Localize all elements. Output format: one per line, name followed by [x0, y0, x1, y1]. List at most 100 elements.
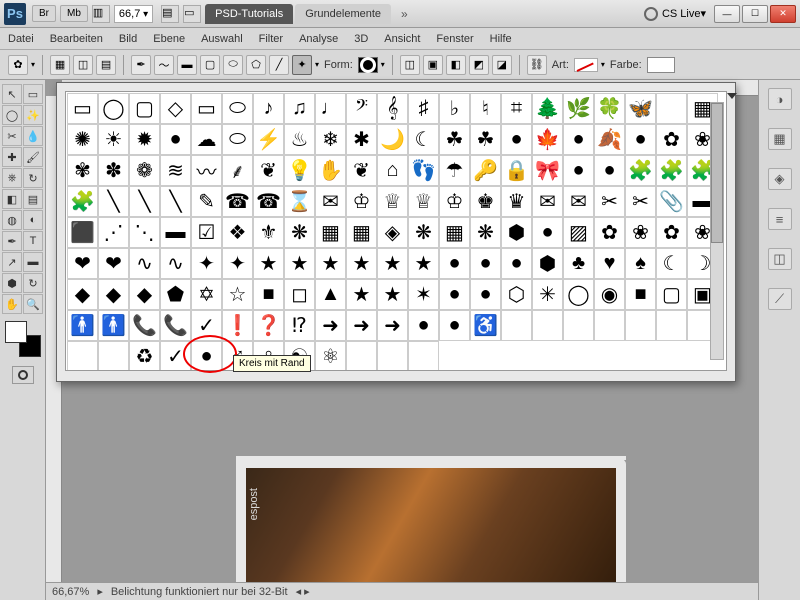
- shape-cell[interactable]: [98, 341, 129, 371]
- shape-cell[interactable]: ✋: [315, 155, 346, 186]
- shape-cell[interactable]: ◆: [129, 279, 160, 310]
- eyedrop-tool[interactable]: 💧: [23, 126, 43, 146]
- shape-cell[interactable]: ★: [377, 279, 408, 310]
- shape-cell[interactable]: 𝄢: [346, 93, 377, 124]
- eraser-tool[interactable]: ◧: [2, 189, 22, 209]
- menu-fenster[interactable]: Fenster: [436, 33, 473, 45]
- shape-cell[interactable]: 🔑: [470, 155, 501, 186]
- shape-cell[interactable]: ♣: [563, 248, 594, 279]
- shape-cell[interactable]: ╲: [98, 186, 129, 217]
- freeform-icon[interactable]: 〜: [154, 55, 174, 75]
- shape-cell[interactable]: ✿: [594, 217, 625, 248]
- shape-cell[interactable]: ★: [315, 248, 346, 279]
- shape-cell[interactable]: ▬: [160, 217, 191, 248]
- shape-cell[interactable]: ☘: [470, 124, 501, 155]
- shape-cell[interactable]: ❦: [346, 155, 377, 186]
- shape-cell[interactable]: ★: [346, 279, 377, 310]
- shape-cell[interactable]: 🎀: [532, 155, 563, 186]
- shape-cell[interactable]: ⋱: [129, 217, 160, 248]
- shape-cell[interactable]: ✿: [656, 217, 687, 248]
- line-icon[interactable]: ╱: [269, 55, 289, 75]
- crop-tool[interactable]: ✂: [2, 126, 22, 146]
- type-tool[interactable]: T: [23, 231, 43, 251]
- shape-cell[interactable]: ❄: [315, 124, 346, 155]
- menu-analyse[interactable]: Analyse: [299, 33, 338, 45]
- shape-tool-icon[interactable]: ✿: [8, 55, 28, 75]
- arrange-icon[interactable]: ▤: [161, 5, 179, 23]
- shape-cell[interactable]: ▭: [67, 93, 98, 124]
- shape-cell[interactable]: ●: [191, 341, 222, 371]
- maximize-button[interactable]: ☐: [742, 5, 768, 23]
- shape-cell[interactable]: ❋: [470, 217, 501, 248]
- lasso-tool[interactable]: ◯: [2, 105, 22, 125]
- shape-cell[interactable]: ❀: [625, 217, 656, 248]
- shape-cell[interactable]: ♨: [284, 124, 315, 155]
- shape-cell[interactable]: ♮: [470, 93, 501, 124]
- rect-icon[interactable]: ▬: [177, 55, 197, 75]
- shape-cell[interactable]: 🔒: [501, 155, 532, 186]
- shape-cell[interactable]: ◻: [284, 279, 315, 310]
- shape-cell[interactable]: ♥: [594, 248, 625, 279]
- shape-cell[interactable]: ❁: [129, 155, 160, 186]
- heal-tool[interactable]: ✚: [2, 147, 22, 167]
- shape-cell[interactable]: [377, 341, 408, 371]
- shape-cell[interactable]: ⬢: [532, 248, 563, 279]
- shape-cell[interactable]: ●: [408, 310, 439, 341]
- shape-cell[interactable]: [625, 310, 656, 341]
- shape-cell[interactable]: ☂: [439, 155, 470, 186]
- shape-cell[interactable]: ☑: [191, 217, 222, 248]
- shape-cell[interactable]: ☾: [408, 124, 439, 155]
- shape-cell[interactable]: ▢: [656, 279, 687, 310]
- shape-cell[interactable]: ⬭: [222, 93, 253, 124]
- screen-icon[interactable]: ▭: [183, 5, 201, 23]
- shape-cell[interactable]: ♔: [439, 186, 470, 217]
- shape-cell[interactable]: ➜: [315, 310, 346, 341]
- shape-cell[interactable]: ✉: [563, 186, 594, 217]
- history-tool[interactable]: ↻: [23, 168, 43, 188]
- shape-cell[interactable]: ♪: [253, 93, 284, 124]
- shape-cell[interactable]: ❓: [253, 310, 284, 341]
- shape-cell[interactable]: ✓: [160, 341, 191, 371]
- wand-tool[interactable]: ✨: [23, 105, 43, 125]
- shape-cell[interactable]: 🦋: [625, 93, 656, 124]
- shape-cell[interactable]: ⌗: [501, 93, 532, 124]
- shape-cell[interactable]: ➜: [377, 310, 408, 341]
- ellipse-icon[interactable]: ⬭: [223, 55, 243, 75]
- shape-cell[interactable]: ▲: [315, 279, 346, 310]
- shape-cell[interactable]: 📎: [656, 186, 687, 217]
- shape-cell[interactable]: ▦: [315, 217, 346, 248]
- shape-cell[interactable]: ✾: [67, 155, 98, 186]
- shape-cell[interactable]: ❤: [98, 248, 129, 279]
- shape-cell[interactable]: 🧩: [67, 186, 98, 217]
- shape-cell[interactable]: ♿: [470, 310, 501, 341]
- shape-cell[interactable]: ☘: [439, 124, 470, 155]
- tabs-overflow-icon[interactable]: »: [401, 7, 408, 21]
- shape-cell[interactable]: ●: [501, 124, 532, 155]
- shape-cell[interactable]: ⋰: [98, 217, 129, 248]
- shape-cell[interactable]: ✉: [532, 186, 563, 217]
- shape-cell[interactable]: ♯: [408, 93, 439, 124]
- shape-cell[interactable]: 〰: [191, 155, 222, 186]
- scrollbar[interactable]: [710, 102, 724, 360]
- layers-panel-icon[interactable]: ≡: [768, 208, 792, 230]
- 3d-tool[interactable]: ⬢: [2, 273, 22, 293]
- shape-cell[interactable]: ☾: [656, 248, 687, 279]
- shape-cell[interactable]: ⌛: [284, 186, 315, 217]
- shape-cell[interactable]: ♕: [377, 186, 408, 217]
- swatches-panel-icon[interactable]: ▦: [768, 128, 792, 150]
- shape-cell[interactable]: 🚹: [67, 310, 98, 341]
- shape-cell[interactable]: ●: [439, 279, 470, 310]
- shape-cell[interactable]: ●: [160, 124, 191, 155]
- shape-cell[interactable]: ◈: [377, 217, 408, 248]
- shape-cell[interactable]: 𝄞: [377, 93, 408, 124]
- shape-cell[interactable]: ●: [470, 248, 501, 279]
- shape-cell[interactable]: ∿: [129, 248, 160, 279]
- shape-cell[interactable]: ≋: [160, 155, 191, 186]
- shape-cell[interactable]: ⬢: [501, 217, 532, 248]
- color-swatch[interactable]: [647, 57, 675, 73]
- shape-cell[interactable]: ◯: [98, 93, 129, 124]
- menu-hilfe[interactable]: Hilfe: [490, 33, 512, 45]
- shape-cell[interactable]: ⸙: [222, 155, 253, 186]
- shape-cell[interactable]: ✱: [346, 124, 377, 155]
- shape-cell[interactable]: ❦: [253, 155, 284, 186]
